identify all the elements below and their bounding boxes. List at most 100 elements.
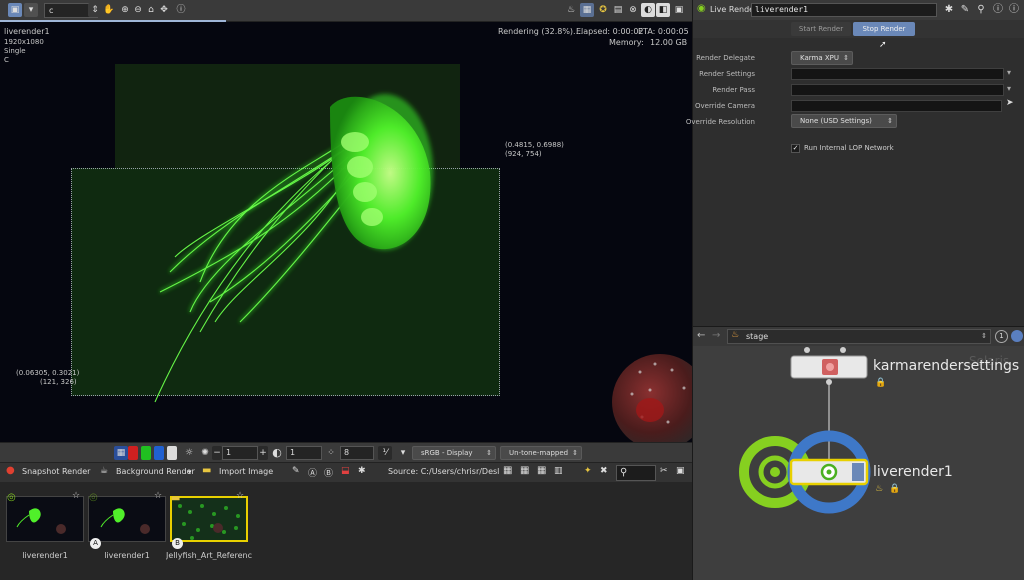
override-camera-field[interactable]	[791, 100, 1002, 112]
help-icon[interactable]: ⓘ	[174, 3, 188, 17]
network-path-field[interactable]: ♨ stage ⇕	[727, 329, 991, 344]
snapshot-toolbar: ● Snapshot Render ☕ Background Render ▾ …	[0, 462, 692, 482]
ribbon-icon[interactable]: ✪	[596, 3, 610, 17]
star-icon[interactable]: ☆	[154, 491, 162, 501]
start-render-button[interactable]: Start Render	[791, 22, 851, 36]
stop-render-button[interactable]: Stop Render	[853, 22, 915, 36]
compare-a-icon[interactable]: Ⓐ	[308, 466, 317, 479]
dither-icon[interactable]: ⁘	[324, 446, 338, 460]
node-name-input[interactable]: liverender1	[751, 3, 937, 17]
override-camera-label: Override Camera	[695, 102, 755, 110]
settings-icon[interactable]: ▣	[672, 3, 686, 17]
override-resolution-label: Override Resolution	[685, 118, 755, 126]
import-image-button[interactable]: Import Image	[219, 467, 273, 476]
pane-number-badge[interactable]: 1	[995, 330, 1008, 343]
gamma-input[interactable]: 1	[286, 446, 322, 460]
edit-icon[interactable]: ✎	[958, 3, 972, 17]
node-label-karmarendersettings[interactable]: karmarendersettings	[873, 358, 1019, 374]
folder-icon: ▬	[171, 493, 181, 504]
lut-icon[interactable]: ⅟	[378, 446, 392, 460]
info-icon[interactable]: ⓘ	[991, 3, 1005, 17]
help-icon[interactable]: ⓘ	[1007, 3, 1021, 17]
stage-icon: ♨	[731, 330, 740, 340]
star-icon[interactable]: ☆	[236, 491, 244, 501]
delete-icon[interactable]: ✖	[600, 466, 608, 476]
split-compare-icon[interactable]: ⬓	[341, 466, 350, 476]
override-resolution-value: None (USD Settings)	[800, 117, 872, 125]
forward-arrow-icon[interactable]: →	[712, 330, 720, 341]
render-controls: Start Render Stop Render	[693, 20, 1024, 38]
exposure-input[interactable]: 1	[222, 446, 258, 460]
chevron-down-icon[interactable]: ▾	[1007, 68, 1011, 77]
pane-link-icon[interactable]	[1011, 330, 1023, 342]
chevron-down-icon[interactable]: ▾	[1007, 84, 1011, 93]
gear-icon[interactable]: ✱	[942, 3, 956, 17]
zoom-out-icon[interactable]: ⊖	[131, 3, 145, 17]
override-resolution-select[interactable]: None (USD Settings) ⇕	[791, 114, 897, 128]
camera-stepper-icon[interactable]: ⇕	[88, 3, 102, 17]
thumbnail-image	[100, 508, 150, 534]
gamma-icon[interactable]: ◐	[270, 446, 284, 460]
home-icon[interactable]: ⌂	[144, 3, 158, 17]
tonemap-select[interactable]: Un-tone-mapped ⇕	[500, 446, 582, 460]
crop-top-right-px: (924, 754)	[505, 150, 542, 158]
snapshot-icon[interactable]: ▤	[611, 3, 625, 17]
alpha-channel-icon[interactable]	[167, 446, 177, 460]
gallery-item[interactable]	[6, 496, 84, 542]
eta-time: ETA: 0:00:05	[638, 27, 689, 36]
network-editor[interactable]: Solaris karmarendersettings 🔒 liverender…	[693, 346, 1024, 580]
render-pot-icon[interactable]: ♨	[564, 3, 578, 17]
run-internal-checkbox[interactable]: ✓	[791, 144, 800, 153]
exposure-minus-icon[interactable]: −	[212, 446, 222, 460]
render-settings-field[interactable]	[791, 68, 1004, 80]
snapshot-render-button[interactable]: Snapshot Render	[22, 467, 90, 476]
hand-pan-icon[interactable]: ✋	[102, 3, 116, 17]
exposure-icon[interactable]: ✺	[198, 446, 212, 460]
resolution-label: 1920x1080	[4, 38, 44, 46]
tag-icon[interactable]: ✎	[292, 466, 300, 476]
gallery-item[interactable]	[88, 496, 166, 542]
display-options-icon[interactable]: ▾	[24, 3, 38, 17]
render-region-icon[interactable]: ▦	[580, 3, 594, 17]
background-render-button[interactable]: Background Render	[116, 467, 195, 476]
run-internal-label: Run Internal LOP Network	[804, 144, 894, 152]
viewport[interactable]: liverender1 1920x1080 Single C Rendering…	[0, 22, 692, 442]
red-channel-icon[interactable]	[128, 446, 138, 460]
pin-icon[interactable]: ✦	[584, 466, 592, 476]
filmstrip-icon[interactable]: ▥	[554, 466, 563, 476]
grid-medium-icon[interactable]: ▦	[520, 465, 529, 476]
zoom-in-icon[interactable]: ⊕	[118, 3, 132, 17]
select-tool-icon[interactable]: ▣	[8, 3, 22, 17]
green-channel-icon[interactable]	[141, 446, 151, 460]
frame-icon[interactable]: ✥	[157, 3, 171, 17]
chevron-updown-icon: ⇕	[887, 117, 893, 125]
rgb-channel-icon[interactable]: ▦	[114, 446, 128, 460]
gallery-item-selected[interactable]	[170, 496, 248, 542]
dropdown-arrow-icon[interactable]: ▾	[396, 446, 410, 460]
node-label-liverender1[interactable]: liverender1	[873, 464, 953, 480]
search-icon[interactable]: ⚲	[974, 3, 988, 17]
luminance-icon[interactable]: ☼	[182, 446, 196, 460]
filter-icon[interactable]: ✂	[660, 466, 668, 476]
grid-small-icon[interactable]: ▦	[537, 465, 546, 476]
camera-pick-icon[interactable]: ➤	[1006, 98, 1014, 108]
star-icon[interactable]: ☆	[72, 491, 80, 501]
render-delegate-select[interactable]: Karma XPU ⇕	[791, 51, 853, 65]
grid-large-icon[interactable]: ▦	[503, 465, 512, 476]
elapsed-time: Elapsed: 0:00:02	[576, 27, 644, 36]
gallery-settings-icon[interactable]: ▣	[676, 466, 685, 476]
lock-icon[interactable]: ⊗	[626, 3, 640, 17]
chevron-updown-icon: ⇕	[981, 332, 987, 340]
gear-icon[interactable]: ✱	[358, 466, 366, 476]
exposure-plus-icon[interactable]: +	[258, 446, 268, 460]
background-icon[interactable]: ◧	[656, 3, 670, 17]
colorspace-select[interactable]: sRGB - Display ⇕	[412, 446, 496, 460]
render-pass-field[interactable]	[791, 84, 1004, 96]
compare-b-icon[interactable]: Ⓑ	[324, 466, 333, 479]
blue-channel-icon[interactable]	[154, 446, 164, 460]
search-input[interactable]: ⚲	[616, 465, 656, 481]
back-arrow-icon[interactable]: ←	[697, 330, 705, 341]
background-render-dropdown-icon[interactable]: ▾	[188, 468, 192, 476]
bits-input[interactable]: 8	[340, 446, 374, 460]
color-compare-icon[interactable]: ◐	[641, 3, 655, 17]
